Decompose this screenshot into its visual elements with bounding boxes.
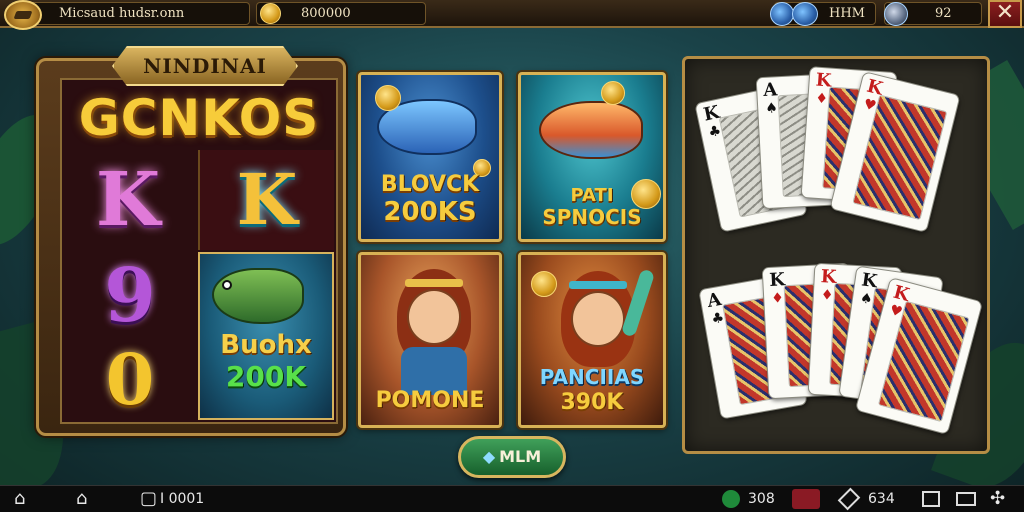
- close-icon: ✕: [995, 0, 1015, 25]
- character-face: [407, 289, 461, 345]
- diamond-outline-icon: [837, 487, 861, 511]
- slot-plate-title: NINDINAI: [143, 54, 267, 78]
- fish-icon: [539, 101, 643, 159]
- tile-title: PANCIIAS: [539, 365, 645, 389]
- counter-icon: ▢: [140, 488, 158, 509]
- card-rank: A: [705, 288, 724, 313]
- avatar[interactable]: [792, 2, 818, 26]
- tile-amount: 200KS: [383, 197, 477, 227]
- slot-title-plate: NINDINAI: [112, 46, 298, 86]
- tile-title: POMONE: [375, 388, 485, 413]
- game-tile-panciias[interactable]: PANCIIAS 390K: [518, 252, 666, 428]
- lobby-icon[interactable]: ⌂: [76, 489, 87, 509]
- chest-icon[interactable]: [792, 489, 820, 509]
- diamond-icon: ◆: [482, 447, 496, 466]
- card-face-art: [852, 94, 948, 221]
- diamond-icon: ♦: [770, 290, 785, 307]
- tile-amount: 390K: [560, 390, 624, 415]
- crown-icon: [405, 279, 463, 287]
- symbol-k: K: [236, 158, 298, 241]
- close-button[interactable]: ✕: [988, 0, 1022, 28]
- app-title: Micsaud hudsr.onn: [59, 6, 185, 21]
- window-icon[interactable]: [922, 491, 940, 507]
- gem-icon: [722, 490, 740, 508]
- spade-icon: ♠: [764, 100, 779, 117]
- home-icon[interactable]: ⌂: [14, 489, 25, 509]
- stat-two-value: 634: [868, 491, 895, 507]
- symbol-k: K: [95, 157, 161, 243]
- counter-value: I 0001: [160, 491, 205, 507]
- top-bar: Micsaud hudsr.onn 800000 HHM 92 ✕: [0, 0, 1024, 30]
- symbol-nine: 9: [104, 253, 156, 339]
- tile-title: PATI: [570, 185, 614, 206]
- coin-balance: 800000: [256, 2, 426, 25]
- character-face: [571, 291, 625, 347]
- play-button[interactable]: ◆ MLM: [458, 436, 566, 478]
- card-face-art: [877, 300, 970, 423]
- fish-eye: [222, 280, 232, 290]
- fish-cell-label: Buohx: [220, 330, 312, 360]
- crown-icon: [569, 281, 627, 289]
- coin-icon: [531, 271, 557, 297]
- level-label: HHM: [829, 6, 865, 21]
- game-tile-blovck[interactable]: BLOVCK 200KS: [358, 72, 502, 242]
- second-stat-value: 92: [935, 6, 952, 21]
- coin-icon: [260, 3, 281, 24]
- card-panel: K ♣ A ♠ K ♦ K ♥ A ♣ K ♦ K ♦ K ♠ K ♥: [682, 56, 990, 454]
- fish-bonus-cell[interactable]: Buohx 200K: [198, 252, 334, 420]
- logo-icon[interactable]: [4, 0, 42, 30]
- game-tile-pomone[interactable]: POMONE: [358, 252, 502, 428]
- gear-icon[interactable]: ✣: [990, 489, 1005, 509]
- coin-icon: [375, 85, 401, 111]
- game-tile-spnocis[interactable]: PATI SPNOCIS: [518, 72, 666, 242]
- coin-amount: 800000: [301, 6, 351, 21]
- fish-cell-amount: 200K: [225, 360, 307, 393]
- stat-one-value: 308: [748, 491, 775, 507]
- diamond-icon: ♦: [814, 90, 829, 108]
- game-title: GCNKOS: [78, 89, 320, 147]
- globe-icon: [770, 2, 794, 26]
- card-rank: A: [762, 79, 778, 101]
- coin-icon: [601, 81, 625, 105]
- compass-icon[interactable]: [884, 2, 908, 26]
- bottom-bar: ⌂ ⌂ ▢ I 0001 308 634 ✣: [0, 485, 1024, 512]
- title-pill: Micsaud hudsr.onn: [18, 2, 250, 25]
- diamond-icon: ♦: [820, 287, 834, 304]
- tile-subtitle: SPNOCIS: [542, 205, 642, 229]
- tile-title: BLOVCK: [380, 172, 480, 197]
- fish-icon: [212, 268, 304, 324]
- symbol-zero: 0: [105, 338, 155, 421]
- play-button-label: MLM: [499, 447, 542, 466]
- screen-icon[interactable]: [956, 492, 976, 506]
